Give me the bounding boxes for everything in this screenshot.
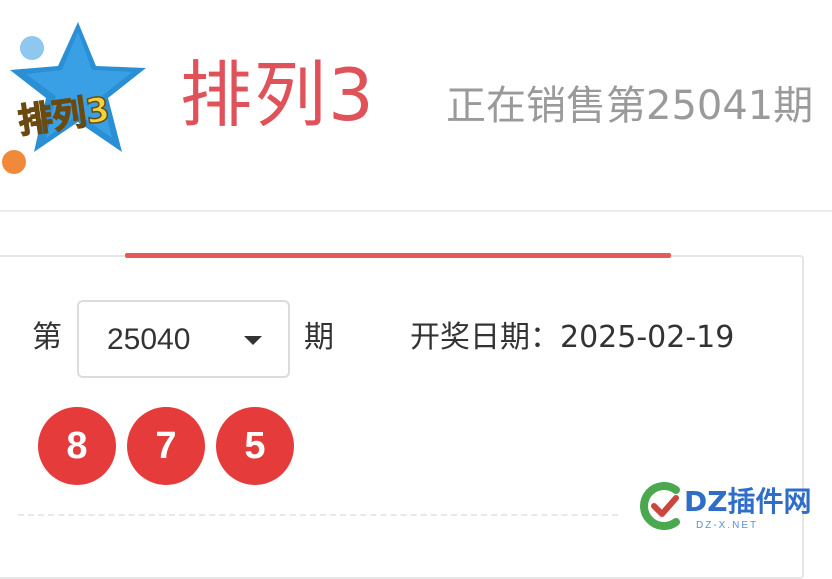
- caret-down-icon: [244, 336, 262, 345]
- page-title: 排列3: [180, 53, 376, 137]
- active-tab-indicator: [125, 253, 671, 258]
- number-ball: 8: [38, 407, 116, 485]
- header-divider: [0, 210, 832, 212]
- dashed-divider: [18, 514, 618, 516]
- sale-status-text: 正在销售第25041期: [446, 83, 814, 129]
- number-ball: 7: [127, 407, 205, 485]
- watermark-text: DZ插件网: [684, 485, 812, 518]
- issue-suffix-label: 期: [304, 320, 334, 355]
- watermark-logo-icon: [640, 482, 680, 530]
- watermark: DZ插件网 DZ-X.NET: [636, 476, 832, 542]
- number-ball: 5: [216, 407, 294, 485]
- issue-prefix-label: 第: [32, 320, 62, 355]
- lottery-logo-icon: 排列3: [2, 22, 146, 174]
- winning-numbers: 8 7 5: [38, 407, 294, 485]
- header: 排列3 排列3 正在销售第25041期: [0, 0, 832, 210]
- draw-date: 开奖日期：2025-02-19: [410, 320, 735, 355]
- watermark-subtext: DZ-X.NET: [696, 520, 759, 531]
- issue-select-value: 25040: [107, 323, 191, 356]
- issue-select[interactable]: 25040: [77, 300, 290, 378]
